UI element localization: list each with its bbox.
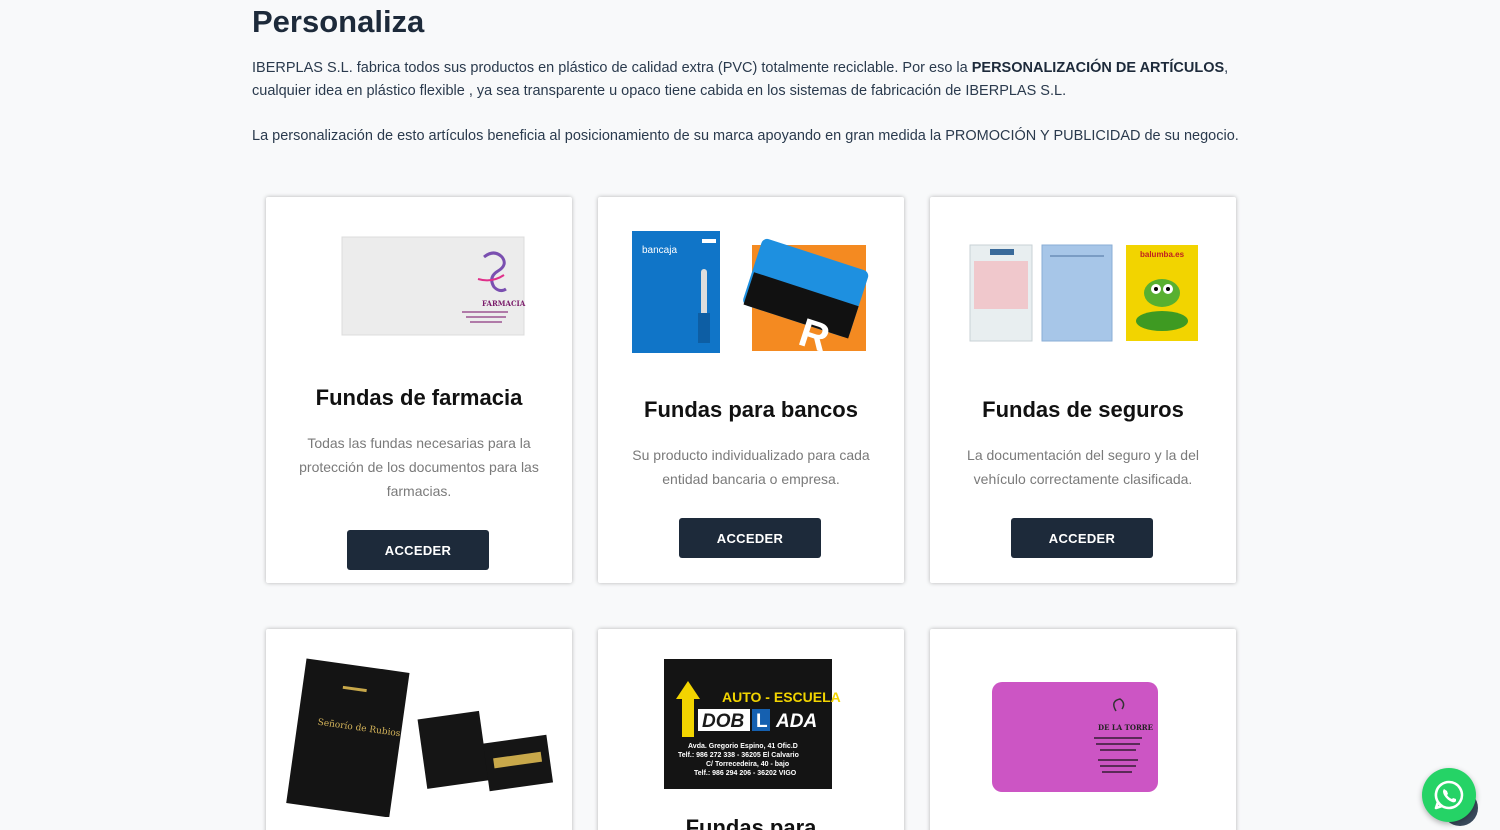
svg-text:AUTO - ESCUELA: AUTO - ESCUELA	[722, 689, 841, 705]
product-card-bancos: bancaja R Fundas para bancos Su producto…	[598, 197, 904, 583]
seguros-image: balumba.es	[930, 241, 1236, 345]
whatsapp-button[interactable]	[1422, 768, 1476, 822]
folder-image: Señorío de Rubios	[266, 657, 572, 818]
card-title: Fundas para bancos	[644, 397, 858, 422]
card-description: La documentación del seguro y la del veh…	[967, 447, 1199, 487]
whatsapp-icon	[1434, 780, 1464, 810]
intro-highlight: PERSONALIZACIÓN DE ARTÍCULOS	[971, 60, 1225, 76]
svg-text:Avda. Gregorio Espino, 41 Ofic: Avda. Gregorio Espino, 41 Ofic.D	[688, 743, 798, 750]
card-description: Todas las fundas necesarias para la prot…	[299, 435, 539, 499]
svg-text:Telf.: 986 272 338 - 36205 El: Telf.: 986 272 338 - 36205 El Calvario	[678, 752, 799, 759]
svg-text:balumba.es: balumba.es	[1140, 250, 1185, 259]
svg-text:FARMACIA: FARMACIA	[482, 299, 526, 308]
product-card-5: AUTO - ESCUELA DOB L ADA Avda. Gregorio …	[598, 629, 904, 830]
acceder-button[interactable]: ACCEDER	[679, 518, 821, 558]
svg-text:DOB: DOB	[702, 711, 745, 732]
svg-text:C/ Torrecedeira, 40 - bajo: C/ Torrecedeira, 40 - bajo	[706, 761, 789, 768]
product-card-6: DE LA TORRE	[930, 629, 1236, 830]
intro-paragraph: IBERPLAS S.L. fabrica todos sus producto…	[252, 60, 1229, 99]
svg-text:L: L	[756, 711, 768, 732]
pink-card-image: DE LA TORRE	[930, 681, 1236, 793]
product-card-seguros: balumba.es Fundas de seguros La document…	[930, 197, 1236, 583]
svg-text:DE LA TORRE: DE LA TORRE	[1098, 723, 1153, 732]
svg-text:bancaja: bancaja	[642, 245, 677, 256]
autoescuela-image: AUTO - ESCUELA DOB L ADA Avda. Gregorio …	[598, 657, 904, 789]
page-title: Personaliza	[252, 4, 425, 39]
product-card-farmacia: FARMACIA Fundas de farmacia Todas las fu…	[266, 197, 572, 583]
intro-paragraph-2: La personalización de esto artículos ben…	[252, 128, 1239, 144]
bancos-image: bancaja R	[598, 229, 904, 361]
acceder-button[interactable]: ACCEDER	[1011, 518, 1153, 558]
card-title: Fundas para	[685, 815, 817, 830]
card-title: Fundas de seguros	[982, 397, 1184, 422]
acceder-button[interactable]: ACCEDER	[347, 530, 489, 570]
farmacia-image: FARMACIA	[266, 235, 572, 337]
card-description: Su producto individualizado para cada en…	[632, 447, 870, 487]
svg-text:ADA: ADA	[775, 711, 817, 732]
card-title: Fundas de farmacia	[315, 385, 523, 410]
svg-text:Telf.: 986 294 206 - 36202 VIG: Telf.: 986 294 206 - 36202 VIGO	[694, 770, 797, 777]
product-card-4: Señorío de Rubios	[266, 629, 572, 830]
